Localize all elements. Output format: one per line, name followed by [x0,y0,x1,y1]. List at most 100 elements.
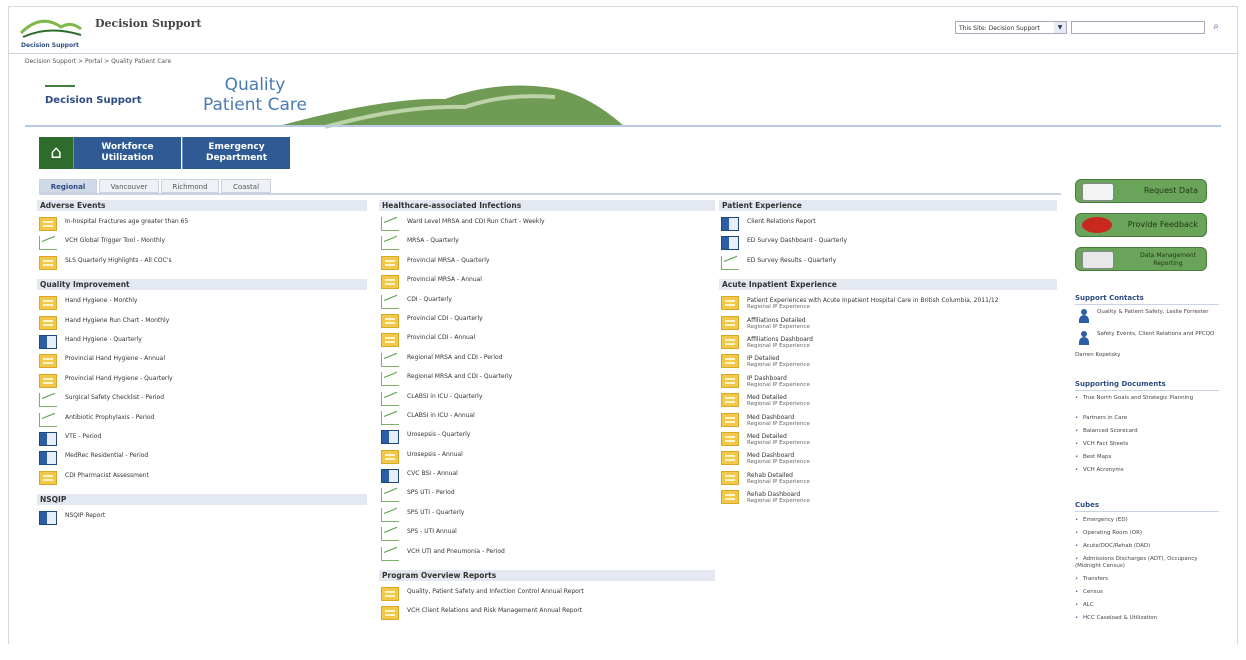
report-link[interactable]: VTE - Period [37,430,367,449]
sidebar-link-label[interactable]: Emergency (ED) [1083,517,1128,523]
report-label[interactable]: Provincial CDI - Quarterly [407,315,483,322]
report-link[interactable]: Provincial MRSA - Annual [379,273,715,292]
sidebar-link[interactable]: • Census [1075,589,1219,596]
report-link[interactable]: Regional MRSA and CDI - Quarterly [379,370,715,389]
report-link[interactable]: ED Survey Results - Quarterly [719,254,1057,273]
data-management-reporting-button[interactable]: Data Management Reporting [1075,247,1207,271]
report-link[interactable]: Med Detailed Regional IP Experience [719,391,1057,410]
report-label[interactable]: SPS UTI - Period [407,489,455,496]
request-data-button[interactable]: Request Data [1075,179,1207,203]
report-link[interactable]: SPS - UTI Annual [379,525,715,544]
report-link[interactable]: Patient Experiences with Acute Inpatient… [719,294,1057,313]
contact-text[interactable]: Quality & Patient Safety, Leslie Forrest… [1097,309,1217,316]
report-label[interactable]: Ward Level MRSA and CDI Run Chart - Week… [407,218,545,225]
report-label[interactable]: CDI - Quarterly [407,296,452,303]
report-link[interactable]: CLABSI in ICU - Annual [379,409,715,428]
report-label[interactable]: CVC BSI - Annual [407,470,458,477]
report-link[interactable]: SPS UTI - Quarterly [379,506,715,525]
tab-vancouver[interactable]: Vancouver [99,179,159,193]
report-label[interactable]: CLABSI in ICU - Quarterly [407,393,482,400]
report-label[interactable]: Affiliations Detailed [747,317,806,324]
report-link[interactable]: Hand Hygiene Run Chart - Monthly [37,314,367,333]
tile-emergency-department[interactable]: Emergency Department [182,137,290,169]
sidebar-link-label[interactable]: Acute/DOC/Rehab (DAD) [1083,543,1150,549]
report-label[interactable]: Client Relations Report [747,218,816,225]
report-label[interactable]: MRSA - Quarterly [407,237,459,244]
report-label[interactable]: IP Dashboard [747,375,787,382]
report-link[interactable]: Provincial MRSA - Quarterly [379,254,715,273]
report-label[interactable]: ED Survey Results - Quarterly [747,257,836,264]
report-label[interactable]: SPS UTI - Quarterly [407,509,464,516]
report-link[interactable]: Hand Hygiene - Monthly [37,294,367,313]
decision-support-logo[interactable]: Decision Support [19,11,99,49]
contact-entry[interactable]: Safety Events, Client Relations and PPCQ… [1075,331,1219,353]
contact-text[interactable]: Safety Events, Client Relations and PPCQ… [1097,331,1217,338]
sidebar-link-label[interactable]: VCH Fact Sheets [1083,441,1128,447]
report-label[interactable]: In-hospital Fractures age greater than 6… [65,218,188,225]
report-label[interactable]: Antibiotic Prophylaxis - Period [65,414,154,421]
report-link[interactable]: SPS UTI - Period [379,486,715,505]
sidebar-link[interactable]: • True North Goals and Strategic Planning [1075,395,1219,402]
report-label[interactable]: MedRec Residential - Period [65,452,148,459]
sidebar-link[interactable]: • Transfers [1075,576,1219,583]
report-link[interactable]: Affiliations Dashboard Regional IP Experi… [719,333,1057,352]
report-link[interactable]: SLS Quarterly Highlights - All COC's [37,254,367,273]
contact-entry[interactable]: Quality & Patient Safety, Leslie Forrest… [1075,309,1219,325]
home-icon[interactable]: ⌂ [39,137,73,169]
report-link[interactable]: Antibiotic Prophylaxis - Period [37,411,367,430]
report-label[interactable]: Regional MRSA and CDI - Quarterly [407,373,512,380]
report-label[interactable]: Surgical Safety Checklist - Period [65,394,164,401]
report-label[interactable]: Provincial CDI - Annual [407,334,475,341]
report-label[interactable]: Hand Hygiene - Quarterly [65,336,142,343]
sidebar-link[interactable]: • ALC [1075,602,1219,609]
sidebar-link[interactable]: • Balanced Scorecard [1075,428,1219,435]
report-label[interactable]: ED Survey Dashboard - Quarterly [747,237,847,244]
report-link[interactable]: Rehab Detailed Regional IP Experience [719,469,1057,488]
sidebar-link-label[interactable]: Balanced Scorecard [1083,428,1138,434]
search-scope-select[interactable]: This Site: Decision Support ▼ [955,21,1067,34]
report-label[interactable]: Provincial Hand Hygiene - Annual [65,355,165,362]
report-label[interactable]: CLABSI in ICU - Annual [407,412,475,419]
report-label[interactable]: VCH Client Relations and Risk Management… [407,607,582,614]
contact-extra[interactable]: Darren Kopetsky [1075,352,1219,359]
report-link[interactable]: Client Relations Report [719,215,1057,234]
report-link[interactable]: VCH UTI and Pneumonia - Period [379,545,715,564]
report-link[interactable]: Hand Hygiene - Quarterly [37,333,367,352]
report-label[interactable]: Urosepsis - Annual [407,451,463,458]
report-link[interactable]: Provincial CDI - Annual [379,331,715,350]
sidebar-link[interactable]: • Acute/DOC/Rehab (DAD) [1075,543,1219,550]
report-label[interactable]: Provincial MRSA - Quarterly [407,257,490,264]
report-link[interactable]: IP Detailed Regional IP Experience [719,352,1057,371]
report-link[interactable]: Urosepsis - Annual [379,448,715,467]
tab-regional[interactable]: Regional [39,179,97,193]
report-label[interactable]: Urosepsis - Quarterly [407,431,470,438]
report-label[interactable]: CDI Pharmacist Assessment [65,472,149,479]
provide-feedback-button[interactable]: Provide Feedback [1075,213,1207,237]
report-label[interactable]: Rehab Dashboard [747,491,800,498]
report-label[interactable]: VCH Global Trigger Tool - Monthly [65,237,165,244]
report-link[interactable]: NSQIP Report [37,509,367,528]
sidebar-link-label[interactable]: HCC Caseload & Utilization [1083,615,1157,621]
report-label[interactable]: Hand Hygiene Run Chart - Monthly [65,317,169,324]
report-label[interactable]: Med Detailed [747,394,787,401]
report-link[interactable]: ED Survey Dashboard - Quarterly [719,234,1057,253]
report-link[interactable]: Provincial Hand Hygiene - Quarterly [37,372,367,391]
report-link[interactable]: Surgical Safety Checklist - Period [37,391,367,410]
report-link[interactable]: Affiliations Detailed Regional IP Experie… [719,314,1057,333]
report-label[interactable]: Med Dashboard [747,452,794,459]
report-label[interactable]: VTE - Period [65,433,101,440]
report-label[interactable]: SPS - UTI Annual [407,528,457,535]
report-label[interactable]: Hand Hygiene - Monthly [65,297,137,304]
sidebar-link[interactable]: • Partners in Care [1075,415,1219,422]
report-label[interactable]: Med Detailed [747,433,787,440]
report-link[interactable]: Rehab Dashboard Regional IP Experience [719,488,1057,507]
sidebar-link[interactable]: • Emergency (ED) [1075,517,1219,524]
report-label[interactable]: Quality, Patient Safety and Infection Co… [407,588,584,595]
report-label[interactable]: Affiliations Dashboard [747,336,813,343]
report-label[interactable]: Patient Experiences with Acute Inpatient… [747,297,999,304]
sidebar-link-label[interactable]: Census [1083,589,1103,595]
report-label[interactable]: Provincial MRSA - Annual [407,276,482,283]
breadcrumb[interactable]: Decision Support > Portal > Quality Pati… [25,58,171,65]
report-link[interactable]: CDI Pharmacist Assessment [37,469,367,488]
report-label[interactable]: VCH UTI and Pneumonia - Period [407,548,505,555]
